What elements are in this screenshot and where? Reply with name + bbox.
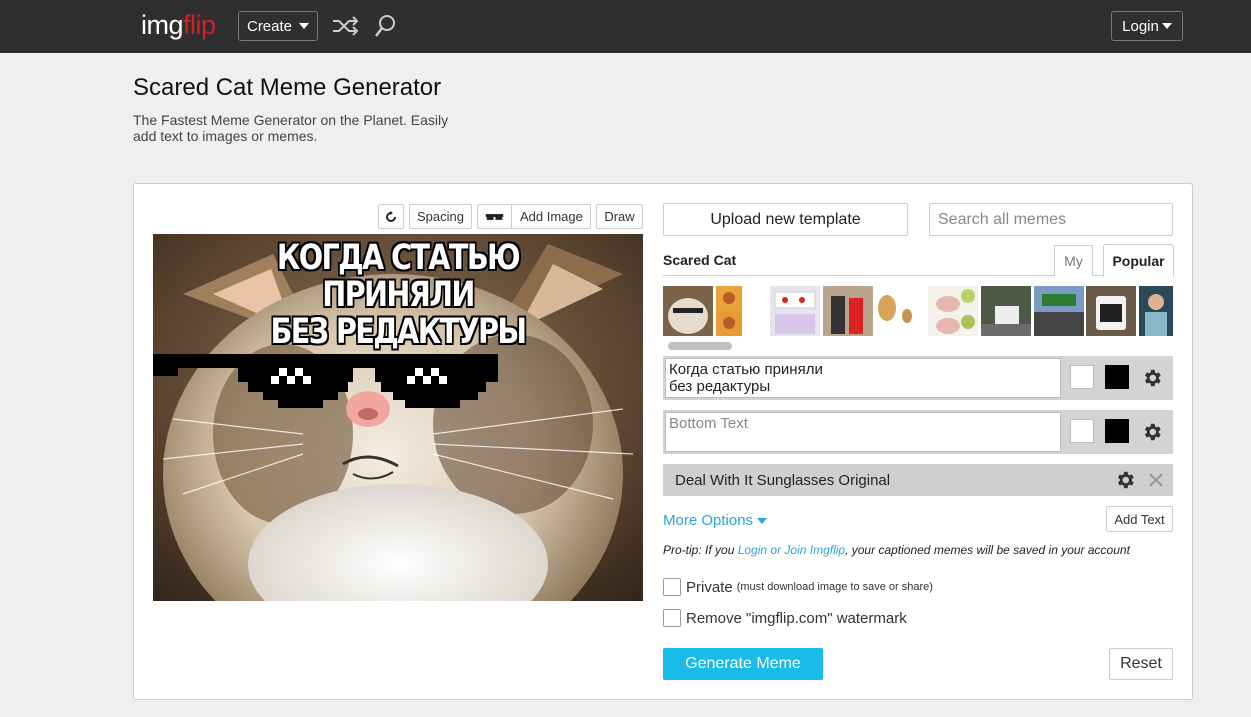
template-thumbnail[interactable] bbox=[875, 286, 915, 336]
top-text-input[interactable]: Когда статью приняли без редактуры bbox=[665, 358, 1061, 398]
login-label: Login bbox=[1122, 17, 1159, 35]
template-thumbnail[interactable] bbox=[770, 286, 820, 336]
rotate-icon bbox=[386, 210, 396, 222]
private-option[interactable]: Private (must download image to save or … bbox=[663, 578, 933, 596]
close-icon[interactable] bbox=[1148, 472, 1164, 488]
image-overlay-row: Deal With It Sunglasses Original bbox=[663, 464, 1173, 496]
add-text-button[interactable]: Add Text bbox=[1106, 506, 1173, 532]
watermark-label: Remove "imgflip.com" watermark bbox=[686, 609, 907, 627]
protip-text: Pro-tip: If you Login or Join Imgflip, y… bbox=[663, 543, 1130, 557]
protip-prefix: Pro-tip: If you bbox=[663, 543, 738, 557]
login-join-link[interactable]: Login or Join Imgflip bbox=[738, 543, 845, 557]
page-subtitle: The Fastest Meme Generator on the Planet… bbox=[133, 112, 449, 144]
watermark-option[interactable]: Remove "imgflip.com" watermark bbox=[663, 609, 907, 627]
template-thumbnail-strip[interactable] bbox=[663, 286, 1173, 336]
search-icon[interactable] bbox=[373, 13, 397, 39]
rotate-button[interactable] bbox=[378, 204, 404, 229]
login-button[interactable]: Login bbox=[1111, 11, 1183, 41]
gear-icon[interactable] bbox=[1141, 367, 1163, 389]
create-label: Create bbox=[246, 17, 293, 35]
caret-down-icon bbox=[757, 518, 768, 525]
private-note: (must download image to save or share) bbox=[736, 581, 933, 593]
reset-label: Reset bbox=[1120, 655, 1162, 672]
caret-down-icon bbox=[1161, 23, 1172, 29]
private-label: Private bbox=[686, 578, 733, 596]
create-menu-button[interactable]: Create bbox=[238, 11, 318, 41]
text-color-swatch[interactable] bbox=[1105, 419, 1129, 443]
overlay-label: Deal With It Sunglasses Original bbox=[675, 472, 891, 489]
logo-text-img: img bbox=[141, 10, 184, 40]
meme-top-text[interactable]: КОГДА СТАТЬЮ ПРИНЯЛИ БЕЗ РЕДАКТУРЫ bbox=[197, 240, 599, 351]
meme-generator-panel: Spacing Add Image Draw КОГДА СТАТЬЮ ПРИН… bbox=[133, 183, 1193, 700]
meme-canvas[interactable]: КОГДА СТАТЬЮ ПРИНЯЛИ БЕЗ РЕДАКТУРЫ bbox=[153, 234, 643, 601]
top-navbar: imgflip Create Login bbox=[0, 0, 1251, 53]
generate-meme-button[interactable]: Generate Meme bbox=[663, 648, 823, 680]
sunglasses-icon bbox=[485, 205, 512, 228]
page-title: Scared Cat Meme Generator bbox=[133, 74, 442, 101]
template-thumbnail[interactable] bbox=[981, 286, 1031, 336]
draw-label: Draw bbox=[604, 209, 635, 224]
outline-color-swatch[interactable] bbox=[1070, 365, 1094, 389]
add-image-button[interactable]: Add Image bbox=[477, 204, 591, 229]
draw-button[interactable]: Draw bbox=[596, 204, 643, 229]
template-thumbnail[interactable] bbox=[823, 286, 873, 336]
search-memes-input[interactable] bbox=[929, 203, 1173, 236]
upload-label: Upload new template bbox=[710, 210, 861, 228]
tab-my-label: My bbox=[1064, 253, 1083, 269]
more-options-link[interactable]: More Options bbox=[663, 512, 768, 529]
tab-popular-label: Popular bbox=[1112, 252, 1165, 269]
spacing-label: Spacing bbox=[417, 209, 464, 224]
add-image-label: Add Image bbox=[520, 209, 583, 224]
template-thumbnail[interactable] bbox=[663, 286, 713, 336]
remove-watermark-checkbox[interactable] bbox=[663, 609, 681, 627]
generate-label: Generate Meme bbox=[685, 655, 801, 672]
logo-text-flip: flip bbox=[183, 10, 216, 40]
outline-color-swatch[interactable] bbox=[1070, 419, 1094, 443]
text-color-swatch[interactable] bbox=[1105, 365, 1129, 389]
add-text-label: Add Text bbox=[1114, 511, 1165, 527]
spacing-button[interactable]: Spacing bbox=[409, 204, 472, 229]
template-thumbnail[interactable] bbox=[928, 286, 978, 336]
more-options-label: More Options bbox=[663, 512, 754, 529]
template-thumbnail[interactable] bbox=[1086, 286, 1136, 336]
text-box-row: Когда статью приняли без редактуры bbox=[663, 356, 1173, 400]
bottom-text-input[interactable]: Bottom Text bbox=[665, 412, 1061, 452]
template-thumbnail[interactable] bbox=[1034, 286, 1084, 336]
upload-template-button[interactable]: Upload new template bbox=[663, 203, 908, 236]
shuffle-icon[interactable] bbox=[331, 15, 359, 37]
text-box-row: Bottom Text bbox=[663, 410, 1173, 454]
thumbnail-scrollbar[interactable] bbox=[668, 342, 732, 350]
imgflip-logo[interactable]: imgflip bbox=[141, 10, 216, 41]
template-thumbnail[interactable] bbox=[716, 286, 742, 336]
tab-popular[interactable]: Popular bbox=[1103, 244, 1174, 277]
protip-suffix: , your captioned memes will be saved in … bbox=[845, 543, 1130, 557]
caret-down-icon bbox=[299, 23, 310, 29]
gear-icon[interactable] bbox=[1114, 469, 1136, 491]
template-thumbnail[interactable] bbox=[1139, 286, 1173, 336]
tabs-divider bbox=[663, 275, 1173, 276]
private-checkbox[interactable] bbox=[663, 578, 681, 596]
tab-my[interactable]: My bbox=[1054, 245, 1093, 276]
template-name: Scared Cat bbox=[663, 252, 737, 268]
reset-button[interactable]: Reset bbox=[1109, 648, 1173, 680]
gear-icon[interactable] bbox=[1141, 421, 1163, 443]
